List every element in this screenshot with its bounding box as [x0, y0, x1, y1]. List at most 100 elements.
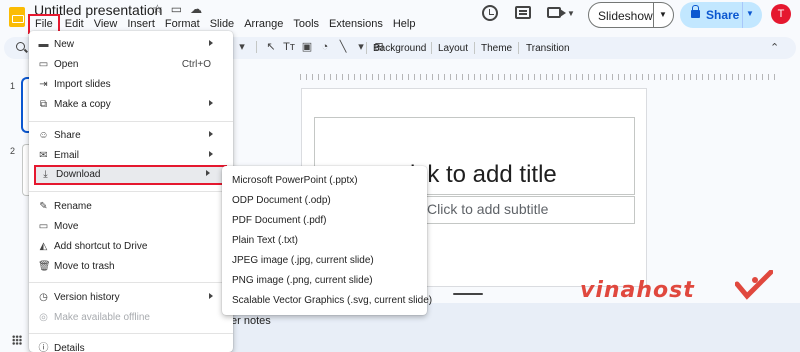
slides-logo-icon[interactable] — [9, 7, 25, 27]
subtitle-placeholder[interactable]: Click to add subtitle — [427, 201, 548, 217]
notes-resize-handle[interactable] — [453, 293, 483, 295]
menu-item-label: Download — [56, 169, 101, 180]
checkmark-logo-icon — [735, 270, 773, 300]
slide-number: 1 — [10, 81, 16, 91]
title-placeholder[interactable]: ick to add title — [410, 161, 557, 189]
divider — [431, 42, 432, 54]
menu-item-label: Email — [54, 150, 80, 161]
menu-item-label: Details — [54, 343, 85, 352]
drive-shortcut-icon: ◭ — [39, 241, 48, 252]
menu-item-import-slides[interactable]: ⇥ Import slides — [29, 75, 233, 95]
chevron-up-icon[interactable]: ⌃ — [770, 41, 779, 54]
move-folder-icon[interactable]: ▭ — [171, 2, 182, 16]
video-call-icon[interactable] — [547, 7, 566, 18]
chevron-down-icon[interactable]: ▼ — [567, 9, 575, 18]
menu-item-email[interactable]: ✉ Email — [29, 146, 233, 166]
text-box-icon[interactable]: Tт — [283, 41, 295, 53]
layout-button[interactable]: Layout — [438, 43, 468, 54]
version-history-icon[interactable] — [482, 5, 498, 21]
shape-icon[interactable]: ◔ — [319, 41, 331, 53]
divider — [366, 42, 367, 54]
chevron-down-icon[interactable]: ▼ — [659, 10, 667, 19]
background-button[interactable]: Background — [373, 43, 426, 54]
menu-arrange[interactable]: Arrange — [239, 17, 288, 34]
submenu-arrow-icon — [209, 151, 213, 157]
comments-icon[interactable] — [515, 6, 531, 19]
watermark-logo: vinahost — [580, 278, 695, 303]
grid-view-icon[interactable] — [12, 335, 22, 345]
share-button[interactable]: Share ▼ — [680, 2, 762, 28]
speaker-notes-placeholder[interactable]: er notes — [231, 315, 271, 327]
download-jpg[interactable]: JPEG image (.jpg, current slide) — [222, 251, 427, 271]
chevron-down-icon[interactable]: ▾ — [236, 41, 248, 53]
divider — [29, 121, 233, 122]
download-txt[interactable]: Plain Text (.txt) — [222, 231, 427, 251]
download-pptx[interactable]: Microsoft PowerPoint (.pptx) — [222, 171, 427, 191]
file-menu: ▬ New ▭ Open Ctrl+O ⇥ Import slides ⧉ Ma… — [29, 31, 233, 352]
divider — [518, 42, 519, 54]
divider — [29, 333, 233, 334]
menu-item-label: Make available offline — [54, 312, 150, 323]
slide-number: 2 — [10, 146, 16, 156]
select-cursor-icon[interactable]: ↖ — [265, 41, 277, 53]
menu-item-make-a-copy[interactable]: ⧉ Make a copy — [29, 95, 233, 115]
menu-item-label: Microsoft PowerPoint (.pptx) — [232, 175, 358, 186]
download-png[interactable]: PNG image (.png, current slide) — [222, 271, 427, 291]
menu-item-new[interactable]: ▬ New — [29, 35, 233, 55]
pencil-icon: ✎ — [39, 201, 48, 212]
import-icon: ⇥ — [39, 79, 48, 90]
menu-item-add-shortcut[interactable]: ◭ Add shortcut to Drive — [29, 237, 233, 257]
menu-help[interactable]: Help — [388, 17, 421, 34]
submenu-arrow-icon — [209, 293, 213, 299]
slideshow-button[interactable]: Slideshow ▼ — [588, 2, 674, 28]
menu-item-label: Rename — [54, 201, 92, 212]
divider — [29, 282, 233, 283]
menu-item-label: Open — [54, 59, 79, 70]
open-folder-icon: ▭ — [38, 59, 49, 70]
ruler — [300, 74, 780, 80]
shortcut-label: Ctrl+O — [181, 59, 211, 70]
offline-icon: ◎ — [39, 312, 48, 323]
menu-extensions[interactable]: Extensions — [324, 17, 388, 34]
menu-item-rename[interactable]: ✎ Rename — [29, 197, 233, 217]
line-icon[interactable]: ╲ — [337, 41, 349, 53]
download-odp[interactable]: ODP Document (.odp) — [222, 191, 427, 211]
search-icon[interactable] — [16, 42, 25, 51]
cloud-status-icon[interactable]: ☁ — [190, 2, 202, 16]
menu-item-version-history[interactable]: ◷ Version history — [29, 288, 233, 308]
image-icon[interactable]: ▣ — [301, 41, 313, 53]
divider — [474, 42, 475, 54]
menu-item-make-available-offline[interactable]: ◎ Make available offline — [29, 308, 233, 328]
menu-item-label: Import slides — [54, 79, 111, 90]
move-folder-icon: ▭ — [38, 221, 49, 232]
download-pdf[interactable]: PDF Document (.pdf) — [222, 211, 427, 231]
avatar[interactable]: T — [771, 4, 791, 24]
menu-item-label: Add shortcut to Drive — [54, 241, 148, 252]
menu-item-move-to-trash[interactable]: 🗑 Move to trash — [29, 257, 233, 277]
copy-icon: ⧉ — [39, 99, 48, 110]
download-svg[interactable]: Scalable Vector Graphics (.svg, current … — [222, 291, 432, 311]
lock-icon — [691, 5, 700, 18]
menu-item-details[interactable]: ⓘ Details — [29, 339, 233, 352]
download-icon: ⤓ — [43, 169, 48, 180]
new-file-icon: ▬ — [38, 39, 49, 50]
title-actions: ☆ ▭ ☁ — [152, 2, 202, 16]
chevron-down-icon[interactable]: ▼ — [746, 9, 754, 18]
slideshow-label: Slideshow — [598, 9, 653, 23]
menu-item-label: Version history — [54, 292, 120, 303]
transition-button[interactable]: Transition — [526, 43, 570, 54]
menu-item-label: PDF Document (.pdf) — [232, 215, 327, 226]
menu-item-share[interactable]: ☺ Share — [29, 126, 233, 146]
submenu-arrow-icon — [209, 100, 213, 106]
star-icon[interactable]: ☆ — [152, 2, 163, 16]
person-add-icon: ☺ — [38, 130, 49, 141]
theme-button[interactable]: Theme — [481, 43, 512, 54]
divider — [742, 2, 743, 28]
menu-tools[interactable]: Tools — [288, 17, 324, 34]
menu-item-label: New — [54, 39, 75, 50]
menu-item-move[interactable]: ▭ Move — [29, 217, 233, 237]
menu-item-open[interactable]: ▭ Open Ctrl+O — [29, 55, 233, 75]
menu-item-label: JPEG image (.jpg, current slide) — [232, 255, 374, 266]
menu-item-download[interactable]: ⤓ Download — [34, 165, 227, 185]
info-icon: ⓘ — [38, 343, 49, 352]
